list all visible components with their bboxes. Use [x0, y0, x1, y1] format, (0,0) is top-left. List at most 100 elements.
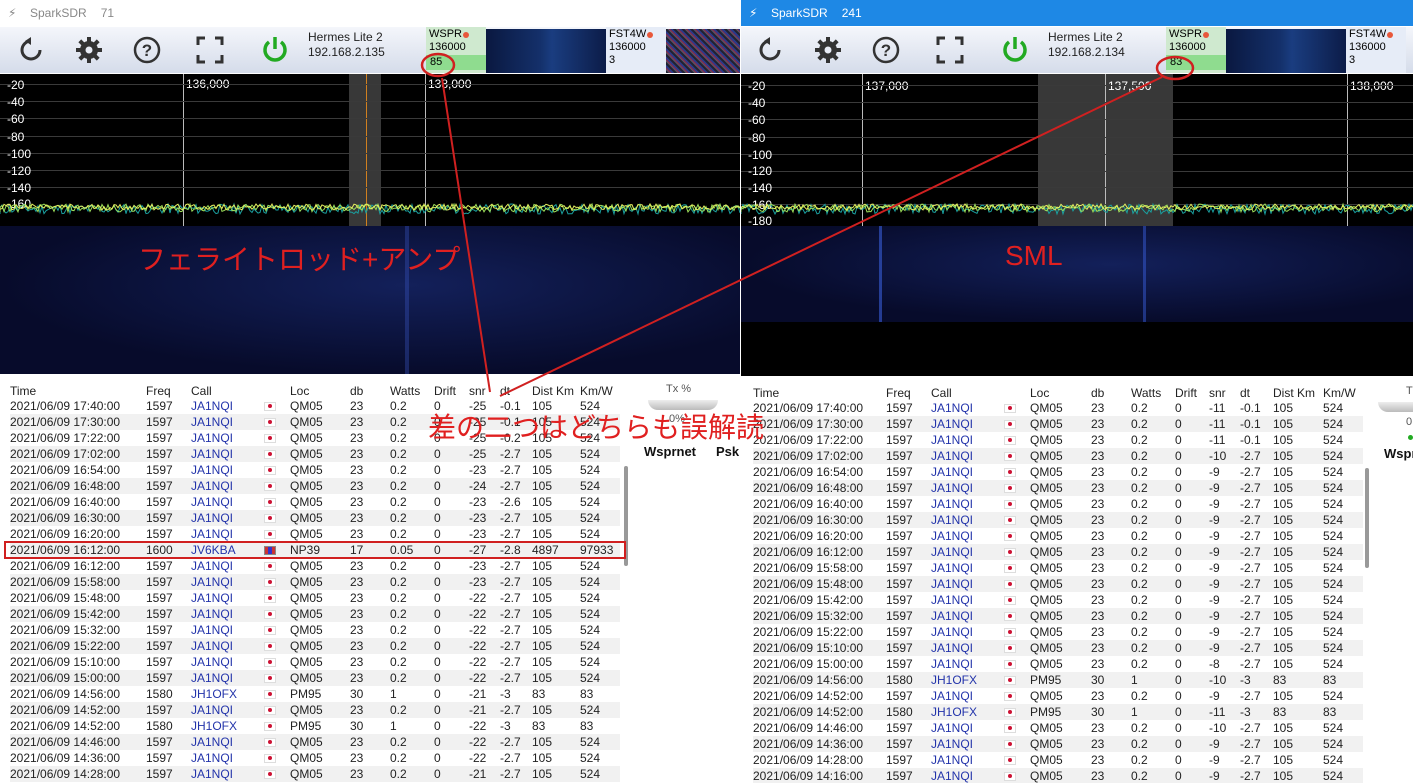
table-row[interactable]: 2021/06/09 15:00:00 1597 JA1NQI QM05 23 0.2 0-…: [753, 656, 1363, 672]
callsign-link[interactable]: JA1NQI: [931, 592, 1004, 608]
callsign-link[interactable]: JA1NQI: [931, 544, 1004, 560]
table-row[interactable]: 2021/06/09 15:32:00 1597 JA1NQI QM05 23 0.2 0-…: [10, 622, 620, 638]
column-header[interactable]: Time: [10, 384, 146, 398]
table-row[interactable]: 2021/06/09 14:28:00 1597 JA1NQI QM05 23 0.2 0-…: [753, 752, 1363, 768]
table-row[interactable]: 2021/06/09 16:12:00 1597 JA1NQI QM05 23 0.2 0 -…: [10, 558, 620, 574]
power-button[interactable]: [258, 33, 292, 67]
fullscreen-button[interactable]: [193, 33, 227, 67]
column-header[interactable]: dt: [500, 384, 532, 398]
radio-info[interactable]: Hermes Lite 2 192.168.2.134: [1048, 30, 1125, 60]
table-row[interactable]: 2021/06/09 15:10:00 1597 JA1NQI QM05 23 0.2 0-…: [10, 654, 620, 670]
table-row[interactable]: 2021/06/09 16:48:00 1597 JA1NQI QM05 23 0.2 0-…: [10, 478, 620, 494]
column-header[interactable]: Call: [191, 384, 264, 398]
callsign-link[interactable]: JA1NQI: [931, 528, 1004, 544]
table-row[interactable]: 2021/06/09 15:10:00 1597 JA1NQI QM05 23 0.2 0-…: [753, 640, 1363, 656]
table-row[interactable]: 2021/06/09 17:02:00 1597 JA1NQI QM05 23 0.2 0-…: [10, 446, 620, 462]
table-row[interactable]: 2021/06/09 15:22:00 1597 JA1NQI QM05 23 0.2 0 -…: [753, 624, 1363, 640]
mode-wspr[interactable]: WSPR 136000 83: [1166, 27, 1226, 73]
callsign-link[interactable]: JA1NQI: [191, 766, 264, 782]
callsign-link[interactable]: JA1NQI: [191, 430, 264, 446]
callsign-link[interactable]: JA1NQI: [191, 478, 264, 494]
fullscreen-button[interactable]: [933, 33, 967, 67]
column-header[interactable]: dt: [1240, 386, 1273, 400]
callsign-link[interactable]: JA1NQI: [191, 446, 264, 462]
column-header[interactable]: snr: [469, 384, 500, 398]
mode-fst4w[interactable]: FST4W 136000 3: [606, 27, 666, 73]
table-scrollbar[interactable]: [624, 466, 628, 566]
callsign-link[interactable]: JA1NQI: [191, 526, 264, 542]
callsign-link[interactable]: JA1NQI: [191, 734, 264, 750]
waterfall-display[interactable]: [741, 226, 1413, 322]
help-button[interactable]: ?: [130, 33, 164, 67]
callsign-link[interactable]: JA1NQI: [931, 736, 1004, 752]
mode-wspr[interactable]: WSPR 136000 85: [426, 27, 486, 73]
table-row[interactable]: 2021/06/09 14:28:00 1597 JA1NQI QM05 23 0.2 0-…: [10, 766, 620, 782]
table-row[interactable]: 2021/06/09 15:00:00 1597 JA1NQI QM05 23 0.2 0-…: [10, 670, 620, 686]
table-row[interactable]: 2021/06/09 16:30:00 1597 JA1NQI QM05 23 0.2 0-…: [10, 510, 620, 526]
table-row[interactable]: 2021/06/09 17:22:00 1597 JA1NQI QM05 23 0.2 0 -…: [753, 432, 1363, 448]
tab-psk[interactable]: Psk: [716, 444, 739, 459]
table-row[interactable]: 2021/06/09 17:02:00 1597 JA1NQI QM05 23 0.2 0-…: [753, 448, 1363, 464]
column-header[interactable]: Dist Km: [532, 384, 580, 398]
table-row[interactable]: 2021/06/09 16:48:00 1597 JA1NQI QM05 23 0.2 0-…: [753, 480, 1363, 496]
settings-button[interactable]: [811, 33, 845, 67]
column-header[interactable]: db: [350, 384, 390, 398]
radio-info[interactable]: Hermes Lite 2 192.168.2.135: [308, 30, 385, 60]
column-header[interactable]: snr: [1209, 386, 1240, 400]
table-row[interactable]: 2021/06/09 14:52:00 1580 JH1OFX PM95 30 1 0 -22…: [10, 718, 620, 734]
callsign-link[interactable]: JA1NQI: [931, 560, 1004, 576]
table-row[interactable]: 2021/06/09 14:36:00 1597 JA1NQI QM05 23 0.2 0-…: [753, 736, 1363, 752]
callsign-link[interactable]: JA1NQI: [931, 768, 1004, 783]
callsign-link[interactable]: JA1NQI: [931, 688, 1004, 704]
column-header[interactable]: [264, 384, 290, 398]
column-header[interactable]: Freq: [886, 386, 931, 400]
column-header[interactable]: Drift: [434, 384, 469, 398]
table-row[interactable]: 2021/06/09 15:58:00 1597 JA1NQI QM05 23 0.2 0-…: [10, 574, 620, 590]
callsign-link[interactable]: JH1OFX: [931, 672, 1004, 688]
callsign-link[interactable]: JA1NQI: [191, 462, 264, 478]
title-bar[interactable]: ⚡ SparkSDR 71: [0, 0, 740, 26]
table-row[interactable]: 2021/06/09 15:32:00 1597 JA1NQI QM05 23 0.2 0-…: [753, 608, 1363, 624]
table-row[interactable]: 2021/06/09 14:52:00 1580 JH1OFX PM95 30 1 0 -11…: [753, 704, 1363, 720]
settings-button[interactable]: [72, 33, 106, 67]
table-row[interactable]: 2021/06/09 15:42:00 1597 JA1NQI QM05 23 0.2 0-…: [10, 606, 620, 622]
table-row[interactable]: 2021/06/09 14:52:00 1597 JA1NQI QM05 23 0.2 0 -…: [753, 688, 1363, 704]
help-button[interactable]: ?: [869, 33, 903, 67]
callsign-link[interactable]: JA1NQI: [931, 624, 1004, 640]
tab-wsprnet[interactable]: Wsprnet: [644, 444, 696, 459]
column-header[interactable]: Watts: [390, 384, 434, 398]
column-header[interactable]: Freq: [146, 384, 191, 398]
callsign-link[interactable]: JA1NQI: [191, 510, 264, 526]
callsign-link[interactable]: JH1OFX: [931, 704, 1004, 720]
callsign-link[interactable]: JH1OFX: [191, 718, 264, 734]
power-button[interactable]: [998, 33, 1032, 67]
column-header[interactable]: Loc: [1030, 386, 1091, 400]
callsign-link[interactable]: JA1NQI: [931, 720, 1004, 736]
callsign-link[interactable]: JA1NQI: [931, 464, 1004, 480]
table-scrollbar[interactable]: [1365, 468, 1369, 568]
column-header[interactable]: Km/W: [580, 384, 620, 398]
table-row[interactable]: 2021/06/09 14:36:00 1597 JA1NQI QM05 23 0.2 0-…: [10, 750, 620, 766]
table-row[interactable]: 2021/06/09 14:56:00 1580 JH1OFX PM95 30 1 0 -21…: [10, 686, 620, 702]
column-header[interactable]: Drift: [1175, 386, 1209, 400]
tab-wsprnet[interactable]: Wspr: [1384, 446, 1413, 461]
column-header[interactable]: Loc: [290, 384, 350, 398]
table-row[interactable]: 2021/06/09 14:46:00 1597 JA1NQI QM05 23 0.2 0-…: [753, 720, 1363, 736]
spots-table[interactable]: Time Freq Call Loc db Watts Drift snr dt Dist Km K…: [753, 386, 1363, 783]
table-row[interactable]: 2021/06/09 15:48:00 1597 JA1NQI QM05 23 0.2 0 -…: [10, 590, 620, 606]
table-row[interactable]: 2021/06/09 17:30:00 1597 JA1NQI QM05 23 0.2 0-…: [753, 416, 1363, 432]
table-row[interactable]: 2021/06/09 14:46:00 1597 JA1NQI QM05 23 0.2 0-…: [10, 734, 620, 750]
callsign-link[interactable]: JH1OFX: [191, 686, 264, 702]
refresh-button[interactable]: [14, 33, 48, 67]
callsign-link[interactable]: JA1NQI: [191, 638, 264, 654]
callsign-link[interactable]: JA1NQI: [191, 654, 264, 670]
callsign-link[interactable]: JA1NQI: [931, 576, 1004, 592]
callsign-link[interactable]: JA1NQI: [931, 608, 1004, 624]
callsign-link[interactable]: JA1NQI: [191, 590, 264, 606]
callsign-link[interactable]: JA1NQI: [191, 702, 264, 718]
column-header[interactable]: Dist Km: [1273, 386, 1323, 400]
callsign-link[interactable]: JA1NQI: [931, 448, 1004, 464]
callsign-link[interactable]: JA1NQI: [931, 400, 1004, 416]
callsign-link[interactable]: JA1NQI: [931, 656, 1004, 672]
callsign-link[interactable]: JA1NQI: [191, 622, 264, 638]
